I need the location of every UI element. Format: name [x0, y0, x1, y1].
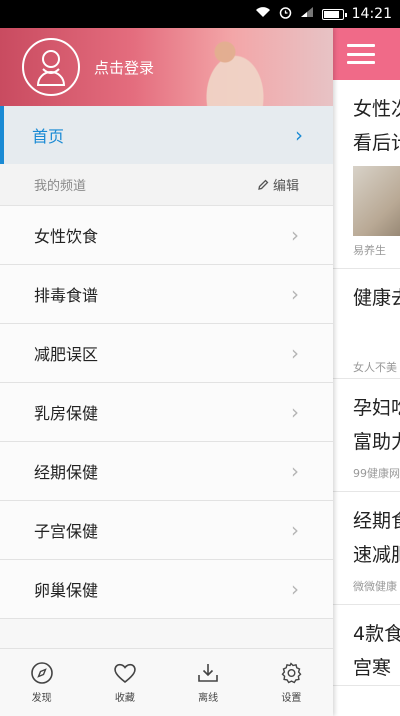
nav-label: 收藏	[114, 693, 135, 704]
chevron-right-icon: ›	[291, 577, 299, 601]
download-icon	[198, 664, 218, 682]
edit-label: 编辑	[272, 179, 299, 194]
article-source: 99健康网	[353, 467, 400, 480]
wifi-icon	[255, 6, 271, 22]
chevron-right-icon: ›	[291, 341, 299, 365]
article-source: 微微健康	[353, 580, 397, 593]
article-item[interactable]: 健康去 女人不美	[333, 269, 400, 379]
channel-item[interactable]: 排毒食谱 ›	[0, 265, 333, 324]
channel-item[interactable]: 子宫保健 ›	[0, 501, 333, 560]
chevron-right-icon: ›	[291, 459, 299, 483]
user-icon	[36, 50, 66, 86]
edit-button[interactable]: 编辑	[257, 175, 299, 194]
drawer-header: 点击登录	[0, 28, 333, 106]
section-title: 我的频道	[34, 179, 87, 194]
signal-icon	[300, 6, 314, 22]
channel-label: 女性饮食	[34, 227, 99, 246]
article-title: 孕妇吃	[353, 397, 400, 419]
article-thumbnail	[353, 166, 400, 236]
article-title: 宫寒	[353, 657, 392, 679]
chevron-right-icon: ›	[291, 518, 299, 542]
article-title: 看后计	[353, 132, 400, 154]
article-title: 女性次	[353, 98, 400, 120]
bottom-nav: 发现 收藏 离线 设置	[0, 648, 333, 716]
channel-item[interactable]: 卵巢保健 ›	[0, 560, 333, 619]
article-source: 易养生	[353, 244, 386, 257]
channel-label: 经期保健	[34, 463, 99, 482]
channel-label: 减肥误区	[34, 345, 99, 364]
nav-offline[interactable]: 离线	[178, 661, 238, 704]
status-bar: 14:21	[0, 0, 400, 28]
nav-settings[interactable]: 设置	[261, 661, 321, 704]
article-title: 富助力	[353, 431, 400, 453]
article-item[interactable]: 孕妇吃 富助力 99健康网	[333, 379, 400, 492]
article-title: 经期食	[353, 510, 400, 532]
nav-discover[interactable]: 发现	[12, 661, 72, 704]
article-title: 4款食	[353, 623, 400, 645]
menu-icon[interactable]	[347, 44, 375, 64]
avatar[interactable]	[22, 38, 80, 96]
battery-icon	[321, 8, 347, 20]
chevron-right-icon: ›	[291, 400, 299, 424]
nav-label: 设置	[281, 693, 302, 704]
channel-item[interactable]: 经期保健 ›	[0, 442, 333, 501]
article-item[interactable]: 经期食 速减肥 微微健康	[333, 492, 400, 605]
nav-label: 离线	[198, 693, 219, 704]
login-link[interactable]: 点击登录	[94, 57, 154, 78]
channel-item[interactable]: 乳房保健 ›	[0, 383, 333, 442]
chevron-right-icon: ›	[291, 282, 299, 306]
chevron-right-icon: ›	[295, 123, 303, 147]
channel-label: 排毒食谱	[34, 286, 99, 305]
chevron-right-icon: ›	[291, 223, 299, 247]
header-banner-image	[190, 32, 280, 106]
heart-icon	[114, 663, 136, 684]
compass-icon	[30, 662, 53, 684]
content-panel: 女性次 看后计 易养生 健康去 女人不美 孕妇吃 富助力 99健康网 经期食 速…	[333, 28, 400, 716]
content-header	[333, 28, 400, 80]
channel-label: 乳房保健	[34, 404, 99, 423]
nav-home-label: 首页	[32, 127, 65, 146]
clock: 14:21	[351, 6, 392, 22]
nav-label: 发现	[31, 693, 52, 704]
article-title: 健康去	[353, 287, 400, 309]
channel-section-header: 我的频道 编辑	[0, 164, 333, 206]
channel-label: 卵巢保健	[34, 581, 99, 600]
nav-home[interactable]: 首页 ›	[0, 106, 333, 164]
channel-item[interactable]: 减肥误区 ›	[0, 324, 333, 383]
channel-label: 子宫保健	[34, 522, 99, 541]
nav-favorites[interactable]: 收藏	[95, 661, 155, 704]
navigation-drawer: 点击登录 首页 › 我的频道 编辑 女性饮食 › 排毒食谱 › 减肥误区 › 乳…	[0, 28, 333, 716]
gear-icon	[281, 662, 302, 684]
article-item[interactable]: 女性次 看后计 易养生	[333, 80, 400, 269]
alarm-icon	[279, 6, 292, 23]
article-title: 速减肥	[353, 544, 400, 566]
article-item[interactable]: 4款食 宫寒	[333, 605, 400, 686]
channel-item[interactable]: 女性饮食 ›	[0, 206, 333, 265]
pencil-icon	[258, 179, 269, 190]
